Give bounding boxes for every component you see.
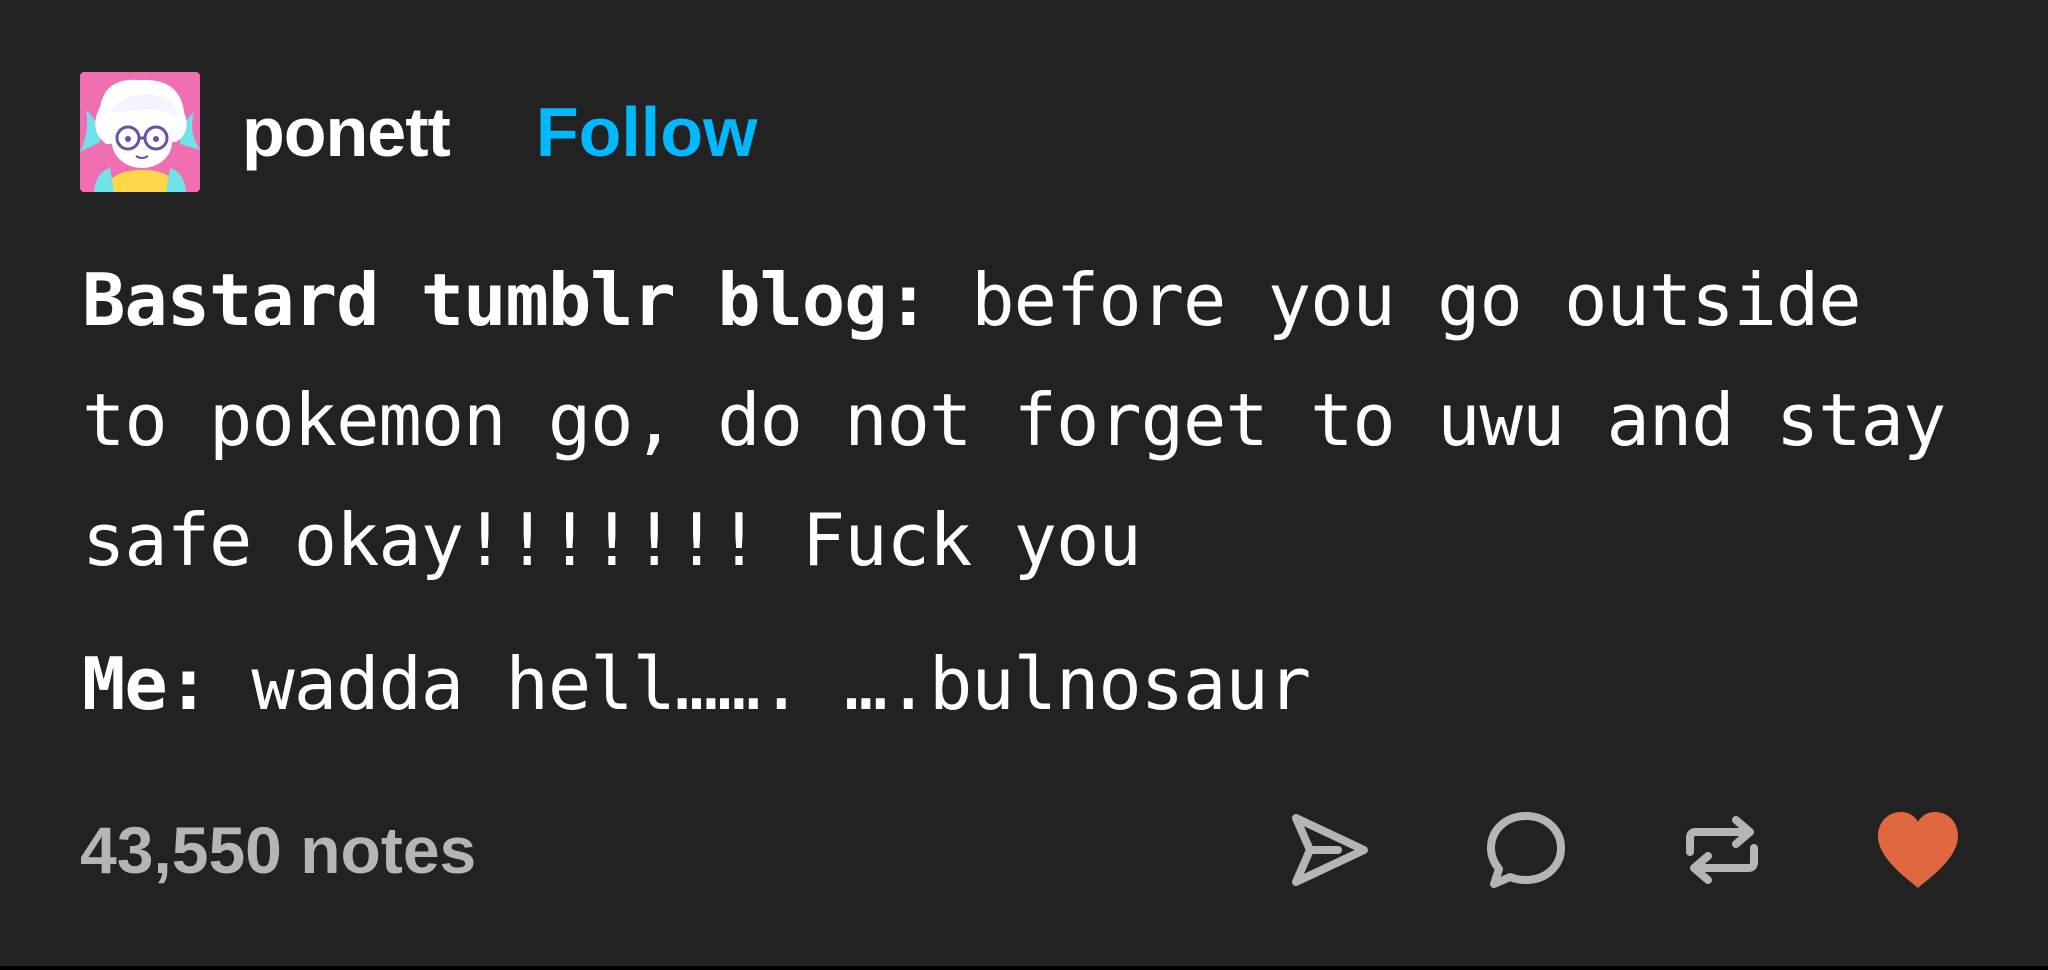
send-button[interactable] (1280, 800, 1380, 900)
like-button[interactable] (1868, 800, 1968, 900)
heart-icon (1878, 812, 1958, 888)
post-paragraph: Bastard tumblr blog: before you go outsi… (82, 240, 1982, 600)
post-header: ponett Follow (80, 72, 757, 192)
speaker-label: Me: (82, 642, 210, 726)
post-footer: 43,550 notes (80, 800, 1968, 900)
reblog-icon (1686, 816, 1758, 884)
comment-button[interactable] (1476, 800, 1576, 900)
username[interactable]: ponett (242, 97, 451, 167)
paragraph-text: wadda hell……. ….bulnosaur (209, 642, 1311, 726)
post-paragraph: Me: wadda hell……. ….bulnosaur (82, 624, 1982, 744)
notes-count[interactable]: 43,550 notes (80, 817, 476, 883)
post-body: Bastard tumblr blog: before you go outsi… (82, 240, 1982, 744)
follow-button[interactable]: Follow (536, 97, 758, 167)
comment-icon (1487, 812, 1565, 888)
post-card: ponett Follow Bastard tumblr blog: befor… (0, 0, 2048, 966)
reblog-button[interactable] (1672, 800, 1772, 900)
avatar[interactable] (80, 72, 200, 192)
speaker-label: Bastard tumblr blog: (82, 258, 930, 342)
post-actions (1280, 800, 1968, 900)
avatar-image (80, 72, 200, 192)
send-icon (1292, 814, 1368, 886)
